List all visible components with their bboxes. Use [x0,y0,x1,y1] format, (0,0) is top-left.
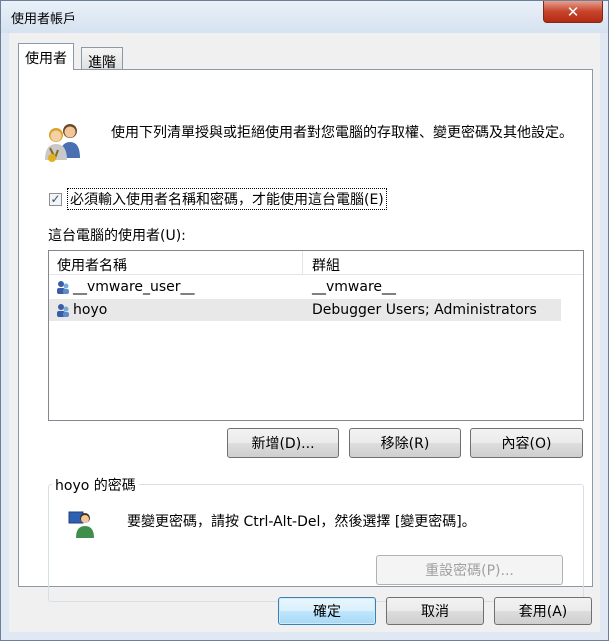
dialog-body: 使用者 進階 使用下列清單授與或拒絕使用者對您電腦的存取權、變更密碼及其他設定。… [9,33,600,632]
add-user-button[interactable]: 新增(D)... [227,428,339,458]
user-password-icon [68,511,94,538]
title-bar[interactable]: 使用者帳戶 ✕ [1,1,608,33]
users-list[interactable]: 使用者名稱 群組 __vmware_user__ __vmware__ hoyo… [48,250,584,421]
user-group: Debugger Users; Administrators [312,302,537,318]
tab-advanced[interactable]: 進階 [81,47,123,71]
user-icon [57,304,69,317]
description-text: 使用下列清單授與或拒絕使用者對您電腦的存取權、變更密碼及其他設定。 [111,125,573,141]
user-accounts-window: 使用者帳戶 ✕ 使用者 進階 使用下列清單授與或拒絕使用者對您電腦的存取權、變更 [0,0,609,641]
list-header: 使用者名稱 群組 [49,251,583,275]
close-icon: ✕ [566,2,580,21]
password-instruction: 要變更密碼，請按 Ctrl-Alt-Del，然後選擇 [變更密碼]。 [127,514,476,530]
user-icon [57,281,69,294]
check-icon: ✓ [50,192,61,206]
table-row[interactable]: __vmware_user__ __vmware__ [49,276,561,298]
user-name: __vmware_user__ [73,279,195,295]
column-header-group[interactable]: 群組 [304,251,583,275]
users-list-label: 這台電腦的使用者(U): [48,228,186,244]
apply-button[interactable]: 套用(A) [494,597,592,625]
user-group: __vmware__ [312,279,397,295]
window-title: 使用者帳戶 [11,12,77,27]
password-group-title: hoyo 的密碼 [52,475,139,495]
tab-users-label: 使用者 [25,51,67,67]
cancel-button[interactable]: 取消 [386,597,484,625]
require-login-checkbox[interactable]: ✓ [49,192,62,206]
users-icon [45,124,80,162]
require-login-option[interactable]: ✓ 必須輸入使用者名稱和密碼，才能使用這台電腦(E) [49,188,387,210]
users-tab-panel: 使用下列清單授與或拒絕使用者對您電腦的存取權、變更密碼及其他設定。 ✓ 必須輸入… [18,69,593,602]
reset-password-button[interactable]: 重設密碼(P)... [376,555,563,585]
table-row-selected[interactable]: hoyo Debugger Users; Administrators [49,299,561,321]
properties-button[interactable]: 內容(O) [470,428,583,458]
close-button[interactable]: ✕ [543,1,603,23]
ok-button[interactable]: 確定 [278,597,376,625]
column-header-username[interactable]: 使用者名稱 [49,251,303,275]
tab-users[interactable]: 使用者 [18,43,74,70]
require-login-label[interactable]: 必須輸入使用者名稱和密碼，才能使用這台電腦(E) [67,188,387,210]
user-name: hoyo [73,302,108,318]
remove-user-button[interactable]: 移除(R) [349,428,461,458]
